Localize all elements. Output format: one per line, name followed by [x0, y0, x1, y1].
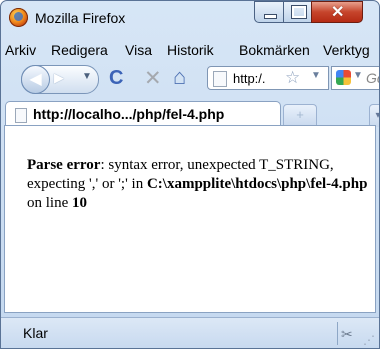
menu-verktyg[interactable]: Verktyg: [323, 42, 370, 58]
maximize-button[interactable]: [283, 1, 312, 23]
list-tabs-button[interactable]: ▾: [369, 104, 379, 127]
status-bar: Klar ✂ ⋰: [1, 317, 379, 348]
minimize-button[interactable]: [254, 1, 284, 23]
search-field[interactable]: ▼ Go: [331, 66, 379, 90]
google-icon: [336, 70, 351, 85]
address-dropdown-button[interactable]: ▼: [311, 70, 321, 81]
home-icon[interactable]: ⌂: [173, 64, 186, 90]
page-icon: [213, 71, 227, 87]
back-forward-control: ◀ ▶ ▼: [21, 65, 99, 94]
tab-title: http://localho.../php/fel-4.php: [33, 106, 225, 122]
title-bar[interactable]: Mozilla Firefox ✕: [1, 1, 379, 35]
status-separator: [337, 322, 338, 345]
close-button[interactable]: ✕: [311, 1, 363, 23]
menu-bokmarken[interactable]: Bokmärken: [239, 42, 310, 58]
new-tab-button[interactable]: +: [283, 104, 317, 126]
tab-strip: http://localho.../php/fel-4.php + ▾: [1, 97, 379, 127]
menu-bar: Arkiv Redigera Visa Historik Bokmärken V…: [1, 39, 379, 61]
search-engine-dropdown[interactable]: ▼: [353, 70, 363, 81]
window-title: Mozilla Firefox: [35, 10, 126, 26]
back-button[interactable]: ◀: [21, 65, 50, 94]
maximize-icon: [291, 5, 307, 19]
address-input[interactable]: http:/.: [233, 71, 266, 86]
tab-active[interactable]: http://localho.../php/fel-4.php: [5, 101, 281, 127]
address-bar[interactable]: http:/. ☆ ▼: [207, 66, 329, 90]
firefox-icon: [9, 8, 28, 27]
close-icon: ✕: [331, 4, 345, 21]
menu-arkiv[interactable]: Arkiv: [5, 42, 36, 58]
menu-redigera[interactable]: Redigera: [51, 42, 108, 58]
history-dropdown-button[interactable]: ▼: [82, 71, 92, 82]
line-number: 10: [72, 195, 87, 211]
resize-grip-icon[interactable]: ⋰: [363, 333, 375, 347]
page-content: Parse error: syntax error, unexpected T_…: [4, 125, 376, 313]
error-message: Parse error: syntax error, unexpected T_…: [27, 156, 372, 213]
status-text: Klar: [23, 325, 48, 341]
navigation-toolbar: ◀ ▶ ▼ C ✕ ⌂ http:/. ☆ ▼ ▼ Go: [1, 63, 379, 95]
file-path: C:\xampplite\htdocs\php\fel-4.php: [146, 176, 368, 192]
reload-icon[interactable]: C: [109, 67, 123, 90]
search-input[interactable]: Go: [366, 70, 379, 86]
page-icon: [15, 108, 27, 123]
menu-historik[interactable]: Historik: [167, 42, 214, 58]
stop-icon[interactable]: ✕: [144, 66, 162, 91]
line-text: on line: [27, 195, 72, 211]
minimize-icon: [264, 14, 277, 19]
addon-icon[interactable]: ✂: [341, 326, 353, 343]
forward-button[interactable]: ▶: [54, 70, 64, 86]
browser-window: Mozilla Firefox ✕ Arkiv Redigera Visa Hi…: [0, 0, 380, 349]
bookmark-star-icon[interactable]: ☆: [285, 68, 300, 88]
error-label: Parse error: [27, 157, 101, 173]
menu-visa[interactable]: Visa: [125, 42, 152, 58]
